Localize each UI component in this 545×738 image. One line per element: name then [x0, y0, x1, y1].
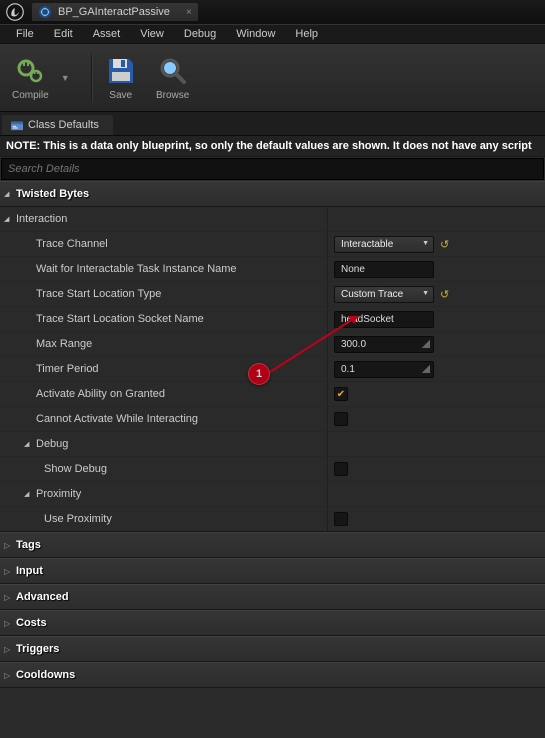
prop-wait-task: Wait for Interactable Task Instance Name… — [0, 257, 545, 282]
collapse-arrow-icon — [4, 644, 14, 654]
prop-cannot-activate: Cannot Activate While Interacting — [0, 407, 545, 432]
category-triggers[interactable]: Triggers — [0, 636, 545, 662]
category-label: Input — [16, 565, 43, 577]
search-input[interactable] — [2, 159, 543, 179]
prop-activate-on-grant: Activate Ability on Granted ✔ — [0, 382, 545, 407]
document-tab[interactable]: BP_GAInteractPassive × — [32, 3, 198, 21]
details-panel: Twisted Bytes Interaction Trace Channel … — [0, 181, 545, 688]
max-range-input[interactable]: 300.0 — [334, 336, 434, 353]
prop-label: Max Range — [4, 338, 92, 350]
category-tags[interactable]: Tags — [0, 532, 545, 558]
expand-arrow-icon — [4, 189, 14, 199]
prop-max-range: Max Range 300.0 — [0, 332, 545, 357]
category-label: Twisted Bytes — [16, 188, 89, 200]
collapse-arrow-icon — [4, 592, 14, 602]
use-proximity-checkbox[interactable] — [334, 512, 348, 526]
reset-to-default-icon[interactable]: ↺ — [440, 238, 449, 251]
subcategory-label: Debug — [36, 438, 68, 450]
class-defaults-tab[interactable]: Class Defaults — [2, 115, 113, 135]
save-button[interactable]: Save — [98, 50, 144, 105]
compile-dropdown-arrow[interactable]: ▼ — [61, 73, 75, 83]
category-cooldowns[interactable]: Cooldowns — [0, 662, 545, 688]
prop-label: Timer Period — [4, 363, 99, 375]
browse-label: Browse — [156, 90, 189, 101]
compile-icon — [13, 54, 47, 88]
menu-edit[interactable]: Edit — [44, 26, 83, 42]
menu-help[interactable]: Help — [285, 26, 328, 42]
category-label: Advanced — [16, 591, 69, 603]
subcategory-proximity[interactable]: Proximity — [0, 482, 545, 507]
activate-on-grant-checkbox[interactable]: ✔ — [334, 387, 348, 401]
toolbar-separator — [91, 54, 92, 102]
category-advanced[interactable]: Advanced — [0, 584, 545, 610]
subcategory-label: Proximity — [36, 488, 81, 500]
cannot-activate-checkbox[interactable] — [334, 412, 348, 426]
toolbar: Compile ▼ Save Browse — [0, 44, 545, 112]
collapse-arrow-icon — [4, 566, 14, 576]
close-icon[interactable]: × — [186, 7, 192, 18]
category-label: Cooldowns — [16, 669, 75, 681]
show-debug-checkbox[interactable] — [334, 462, 348, 476]
expand-arrow-icon — [24, 439, 34, 449]
menu-view[interactable]: View — [130, 26, 174, 42]
expand-arrow-icon — [4, 214, 14, 224]
menu-window[interactable]: Window — [226, 26, 285, 42]
subcategory-interaction[interactable]: Interaction — [0, 207, 545, 232]
prop-trace-channel: Trace Channel Interactable ↺ — [0, 232, 545, 257]
class-defaults-icon — [10, 119, 24, 131]
subcategory-debug[interactable]: Debug — [0, 432, 545, 457]
trace-channel-dropdown[interactable]: Interactable — [334, 236, 434, 253]
prop-show-debug: Show Debug — [0, 457, 545, 482]
prop-label: Trace Start Location Socket Name — [4, 313, 204, 325]
prop-use-proximity: Use Proximity — [0, 507, 545, 532]
blueprint-note: NOTE: This is a data only blueprint, so … — [0, 136, 545, 157]
reset-to-default-icon[interactable]: ↺ — [440, 288, 449, 301]
trace-loc-type-dropdown[interactable]: Custom Trace — [334, 286, 434, 303]
prop-label: Wait for Interactable Task Instance Name — [4, 263, 237, 275]
prop-timer-period: Timer Period 0.1 — [0, 357, 545, 382]
browse-icon — [156, 54, 190, 88]
browse-button[interactable]: Browse — [150, 50, 196, 105]
wait-task-input[interactable]: None — [334, 261, 434, 278]
prop-label: Trace Start Location Type — [4, 288, 161, 300]
class-defaults-label: Class Defaults — [28, 119, 99, 131]
category-label: Costs — [16, 617, 47, 629]
note-text: NOTE: This is a data only blueprint, so … — [6, 140, 532, 152]
window-titlebar: BP_GAInteractPassive × — [0, 0, 545, 24]
tab-title: BP_GAInteractPassive — [58, 6, 170, 18]
compile-button[interactable]: Compile — [6, 50, 55, 105]
prop-label: Trace Channel — [4, 238, 108, 250]
save-label: Save — [109, 90, 132, 101]
menu-file[interactable]: File — [6, 26, 44, 42]
search-box — [1, 158, 544, 180]
save-icon — [104, 54, 138, 88]
prop-label: Cannot Activate While Interacting — [4, 413, 198, 425]
category-input[interactable]: Input — [0, 558, 545, 584]
category-costs[interactable]: Costs — [0, 610, 545, 636]
prop-label: Show Debug — [4, 463, 107, 475]
menu-bar: File Edit Asset View Debug Window Help — [0, 24, 545, 44]
prop-label: Activate Ability on Granted — [4, 388, 165, 400]
menu-asset[interactable]: Asset — [83, 26, 131, 42]
prop-label: Use Proximity — [4, 513, 112, 525]
compile-label: Compile — [12, 90, 49, 101]
expand-arrow-icon — [24, 489, 34, 499]
subcategory-label: Interaction — [16, 213, 67, 225]
unreal-logo-icon — [6, 3, 24, 21]
collapse-arrow-icon — [4, 540, 14, 550]
collapse-arrow-icon — [4, 618, 14, 628]
prop-trace-loc-type: Trace Start Location Type Custom Trace ↺ — [0, 282, 545, 307]
trace-socket-input[interactable]: headSocket — [334, 311, 434, 328]
category-twisted-bytes[interactable]: Twisted Bytes — [0, 181, 545, 207]
prop-trace-socket: Trace Start Location Socket Name headSoc… — [0, 307, 545, 332]
menu-debug[interactable]: Debug — [174, 26, 226, 42]
collapse-arrow-icon — [4, 670, 14, 680]
category-label: Tags — [16, 539, 41, 551]
timer-period-input[interactable]: 0.1 — [334, 361, 434, 378]
blueprint-icon — [38, 5, 52, 19]
panel-tab-bar: Class Defaults — [0, 112, 545, 136]
category-label: Triggers — [16, 643, 59, 655]
